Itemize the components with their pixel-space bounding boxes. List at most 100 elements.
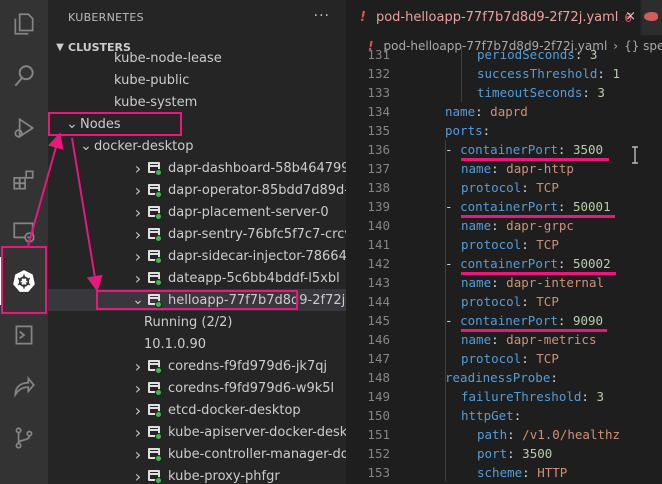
- tree-item-pod[interactable]: › dapr-placement-server-0: [48, 201, 346, 223]
- chevron-right-icon[interactable]: ›: [130, 423, 146, 442]
- run-debug-icon[interactable]: [0, 104, 48, 152]
- code-text: name: dapr-internal: [461, 275, 604, 290]
- tree-item-pod[interactable]: › kube-controller-manager-docker-...: [48, 443, 346, 465]
- extensions-icon[interactable]: [0, 156, 48, 204]
- tree-item-label: etcd-docker-desktop: [168, 402, 301, 418]
- code-text: scheme: HTTP: [477, 465, 567, 480]
- line-number: 131: [367, 47, 390, 62]
- chevron-right-icon[interactable]: ›: [130, 467, 146, 484]
- more-actions-icon[interactable]: ···: [314, 8, 330, 24]
- chevron-right-icon[interactable]: ›: [130, 445, 146, 464]
- line-number: 151: [367, 427, 390, 442]
- tree-item-pod[interactable]: › dapr-sentry-76bfc5f7c7-crcvb: [48, 223, 346, 245]
- chevron-right-icon[interactable]: ›: [130, 247, 146, 266]
- chevron-down-icon[interactable]: ⌄: [78, 138, 94, 154]
- chevron-right-icon[interactable]: ›: [130, 225, 146, 244]
- code-text: port: 3500: [477, 446, 552, 461]
- code-text: protocol: TCP: [461, 294, 559, 309]
- tree-item[interactable]: ⌄ docker-desktop: [48, 135, 346, 157]
- chevron-right-icon[interactable]: ›: [130, 357, 146, 376]
- tree-item[interactable]: 10.1.0.90: [48, 333, 346, 355]
- close-icon[interactable]: ×: [625, 9, 636, 24]
- yaml-key: path: [477, 427, 508, 442]
- yaml-key: name: [461, 332, 492, 347]
- line-number: 149: [367, 389, 390, 404]
- yaml-value: 3: [589, 47, 598, 62]
- search-icon[interactable]: [0, 52, 48, 100]
- code-line: 142 - containerPort: 50002: [346, 254, 662, 273]
- code-line: 146 name: dapr-metrics: [346, 330, 662, 349]
- tree-item[interactable]: kube-system: [48, 91, 346, 113]
- chevron-right-icon[interactable]: ›: [130, 401, 146, 420]
- colon: :: [581, 389, 597, 404]
- tree-item-pod[interactable]: › dapr-operator-85bdd7d89d-2pvkr: [48, 179, 346, 201]
- line-number: 150: [367, 408, 390, 423]
- code-text: successThreshold: 1: [477, 66, 620, 81]
- colon: :: [475, 104, 491, 119]
- yaml-value: 3500: [572, 142, 604, 157]
- yaml-value: 9090: [572, 313, 604, 328]
- code-text: ports:: [445, 123, 498, 138]
- code-text: name: dapr-grpc: [461, 218, 574, 233]
- line-number: 133: [367, 85, 390, 100]
- code-line: 138 protocol: TCP: [346, 178, 662, 197]
- code-line: 148 readinessProbe:: [346, 368, 662, 387]
- port-underline: [461, 158, 609, 161]
- tree-item-pod[interactable]: › dapr-sidecar-injector-786645f444-...: [48, 245, 346, 267]
- code-line: 141 protocol: TCP: [346, 235, 662, 254]
- code-text: - containerPort: 3500: [445, 142, 603, 157]
- line-number: 153: [367, 465, 390, 480]
- explorer-icon[interactable]: [0, 0, 48, 48]
- colon: :: [521, 294, 537, 309]
- tab-docker-file[interactable]: [642, 0, 662, 35]
- colon: :: [557, 313, 573, 328]
- line-number: 146: [367, 332, 390, 347]
- live-share-icon[interactable]: [0, 362, 48, 410]
- tree-item-pod[interactable]: › etcd-docker-desktop: [48, 399, 346, 421]
- chevron-right-icon[interactable]: ›: [130, 181, 146, 200]
- yaml-key: successThreshold: [477, 66, 598, 81]
- tree-item-pod[interactable]: › kube-proxy-phfgr: [48, 465, 346, 484]
- chevron-right-icon[interactable]: ›: [130, 269, 146, 288]
- tab-pod-yaml[interactable]: ! pod-helloapp-77f7b7d8d9-2f72j.yaml 6 ×: [346, 0, 640, 35]
- code-line: 134 name: daprd: [346, 102, 662, 121]
- tree-item[interactable]: Running (2/2): [48, 311, 346, 333]
- terminal-panel-icon[interactable]: [0, 311, 48, 359]
- tree-item-pod[interactable]: › kube-apiserver-docker-desktop: [48, 421, 346, 443]
- yaml-key: port: [477, 446, 508, 461]
- tree-item-pod[interactable]: › dapr-dashboard-58b4647996-htsmr: [48, 157, 346, 179]
- source-control-icon[interactable]: [0, 414, 48, 462]
- tree-item-pod[interactable]: › coredns-f9fd979d6-jk7qj: [48, 355, 346, 377]
- line-number: 141: [367, 237, 390, 252]
- code-line: 137 name: dapr-http: [346, 159, 662, 178]
- tree-item[interactable]: kube-public: [48, 69, 346, 91]
- yaml-key: readinessProbe: [445, 370, 551, 385]
- yaml-key: containerPort: [460, 313, 558, 328]
- colon: :: [574, 47, 590, 62]
- colon: :: [491, 218, 507, 233]
- line-number: 143: [367, 275, 390, 290]
- tab-label: pod-helloapp-77f7b7d8d9-2f72j.yaml: [375, 10, 619, 25]
- tree-item-pod[interactable]: › coredns-f9fd979d6-w9k5l: [48, 377, 346, 399]
- code-text: periodSeconds: 3: [477, 47, 597, 62]
- colon: :: [557, 256, 573, 271]
- chevron-right-icon[interactable]: ›: [130, 379, 146, 398]
- colon: :: [522, 465, 538, 480]
- tree-item-label: kube-proxy-phfgr: [168, 468, 280, 484]
- yaml-key: containerPort: [460, 142, 558, 157]
- yaml-value: TCP: [536, 237, 559, 252]
- tree-item-pod[interactable]: › dateapp-5c6bb4bddf-l5xbl: [48, 267, 346, 289]
- chevron-right-icon[interactable]: ›: [130, 203, 146, 222]
- yaml-value: 3: [596, 389, 605, 404]
- text-cursor-icon: [632, 146, 638, 164]
- chevron-right-icon[interactable]: ›: [130, 159, 146, 178]
- yaml-key: name: [461, 275, 492, 290]
- code-line: 144 protocol: TCP: [346, 292, 662, 311]
- yaml-value: TCP: [536, 294, 559, 309]
- tree-item[interactable]: kube-node-lease: [48, 47, 346, 69]
- line-number: 142: [367, 256, 390, 271]
- kubernetes-highlight-box: [1, 246, 47, 314]
- code-line: 131 periodSeconds: 3: [346, 45, 662, 64]
- editor-area: ! pod-helloapp-77f7b7d8d9-2f72j.yaml 6 ×…: [346, 0, 662, 484]
- code-line: 145 - containerPort: 9090: [346, 311, 662, 330]
